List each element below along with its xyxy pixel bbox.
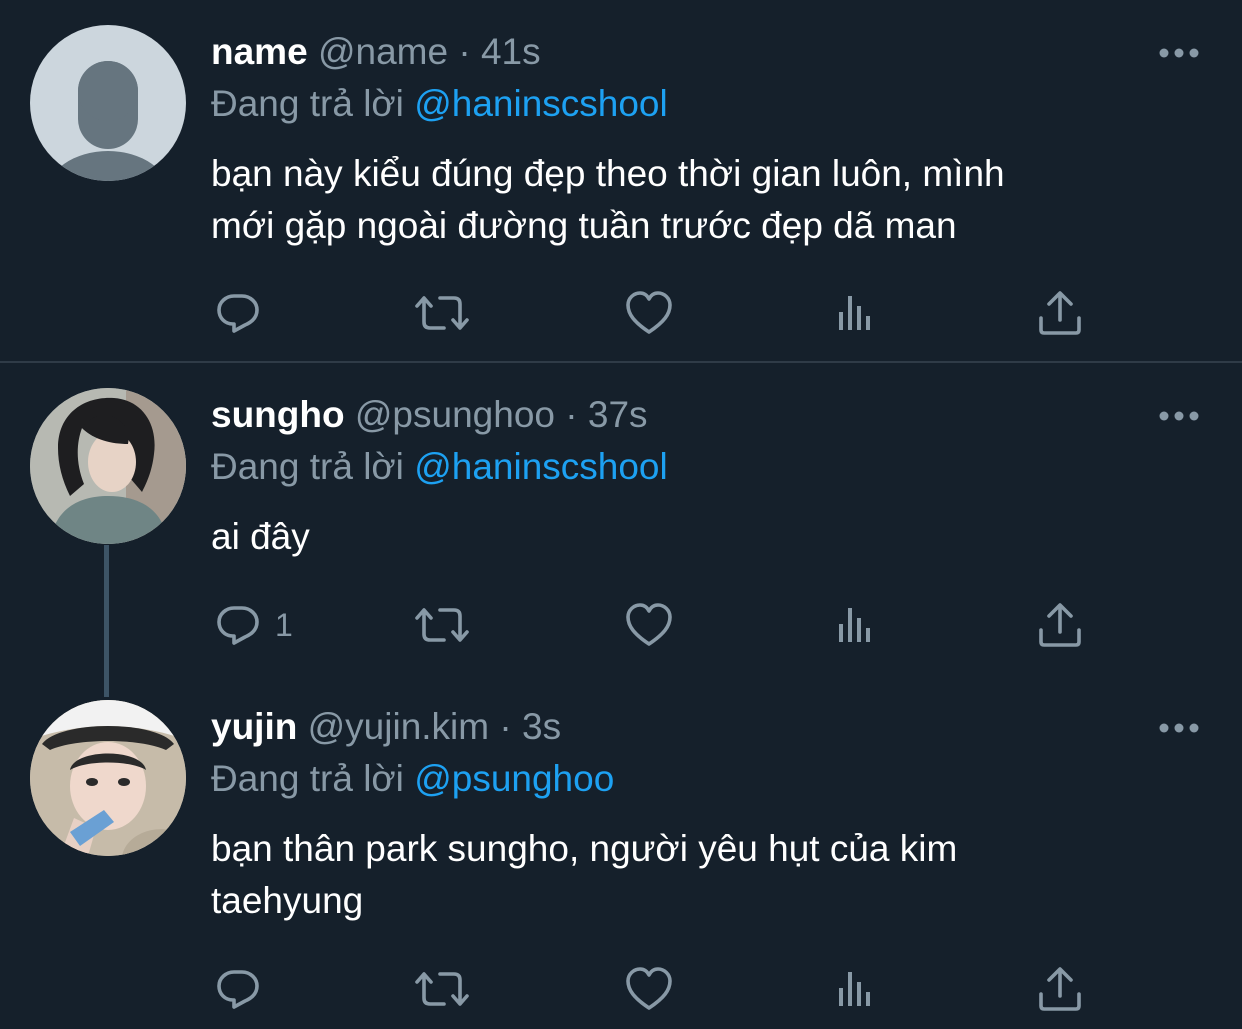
tweet-header: sungho @psunghoo · 37s [211,393,648,437]
share-upload-icon [1035,288,1085,338]
timestamp[interactable]: 41s [481,31,541,72]
profile-photo-icon [30,388,186,544]
more-options-button[interactable] [1158,46,1200,58]
like-button[interactable] [624,600,674,650]
tweet-actions [213,288,1093,338]
tweet-actions: 1 [213,600,1093,650]
tweet-text-line: bạn thân park sungho, người yêu hụt của … [211,828,958,869]
reply-bubble-icon [213,288,263,338]
like-button[interactable] [624,964,674,1014]
separator: · [499,706,512,747]
display-name[interactable]: yujin [211,706,297,747]
share-upload-icon [1035,600,1085,650]
more-horizontal-icon [1159,48,1199,58]
retweet-icon [414,964,470,1014]
avatar[interactable] [30,388,186,544]
replying-to: Đang trả lời @psunghoo [211,757,614,801]
tweet-text: bạn thân park sungho, người yêu hụt của … [211,823,1191,927]
replying-to: Đang trả lời @haninscshool [211,445,668,489]
tweet-text-line: taehyung [211,880,364,921]
reply-button[interactable] [213,964,263,1014]
reply-button[interactable] [213,288,263,338]
reply-bubble-icon [213,600,263,650]
mention-link[interactable]: @haninscshool [414,83,668,124]
more-horizontal-icon [1159,411,1199,421]
separator: · [565,394,578,435]
analytics-icon [831,288,881,338]
profile-photo-icon [30,700,186,856]
mention-link[interactable]: @haninscshool [414,446,668,487]
avatar[interactable] [30,25,186,181]
share-button[interactable] [1035,964,1085,1014]
replying-to: Đang trả lời @haninscshool [211,82,668,126]
tweet-text-line: ai đây [211,516,310,557]
user-handle[interactable]: @name [318,31,448,72]
analytics-button[interactable] [831,288,881,338]
tweet-text-line: bạn này kiểu đúng đẹp theo thời gian luô… [211,153,1005,194]
timestamp[interactable]: 3s [522,706,561,747]
tweet-text: ai đây [211,511,1191,563]
replying-to-label: Đang trả lời [211,446,404,487]
tweet[interactable]: yujin @yujin.kim · 3s Đang trả lời @psun… [0,675,1242,1029]
share-upload-icon [1035,964,1085,1014]
tweet-header: name @name · 41s [211,30,541,74]
mention-link[interactable]: @psunghoo [414,758,614,799]
reply-bubble-icon [213,964,263,1014]
analytics-icon [831,600,881,650]
user-handle[interactable]: @psunghoo [355,394,555,435]
separator: · [458,31,471,72]
like-button[interactable] [624,288,674,338]
reply-button[interactable]: 1 [213,600,293,650]
reply-count: 1 [275,606,293,643]
share-button[interactable] [1035,288,1085,338]
tweet[interactable]: name @name · 41s Đang trả lời @haninscsh… [0,0,1242,361]
tweet-actions [213,964,1093,1014]
share-button[interactable] [1035,600,1085,650]
display-name[interactable]: sungho [211,394,345,435]
tweet-header: yujin @yujin.kim · 3s [211,705,561,749]
retweet-button[interactable] [414,600,470,650]
retweet-button[interactable] [414,288,470,338]
tweet-text-line: mới gặp ngoài đường tuần trước đẹp dã ma… [211,205,957,246]
more-options-button[interactable] [1158,721,1200,733]
tweet-text: bạn này kiểu đúng đẹp theo thời gian luô… [211,148,1191,252]
tweet[interactable]: sungho @psunghoo · 37s Đang trả lời @han… [0,363,1242,700]
heart-icon [624,600,674,650]
retweet-icon [414,600,470,650]
user-handle[interactable]: @yujin.kim [308,706,489,747]
more-options-button[interactable] [1158,409,1200,421]
analytics-button[interactable] [831,600,881,650]
retweet-icon [414,288,470,338]
display-name[interactable]: name [211,31,308,72]
analytics-icon [831,964,881,1014]
heart-icon [624,288,674,338]
default-profile-icon [49,61,167,181]
timestamp[interactable]: 37s [588,394,648,435]
retweet-button[interactable] [414,964,470,1014]
heart-icon [624,964,674,1014]
replying-to-label: Đang trả lời [211,83,404,124]
avatar[interactable] [30,700,186,856]
more-horizontal-icon [1159,723,1199,733]
analytics-button[interactable] [831,964,881,1014]
replying-to-label: Đang trả lời [211,758,404,799]
